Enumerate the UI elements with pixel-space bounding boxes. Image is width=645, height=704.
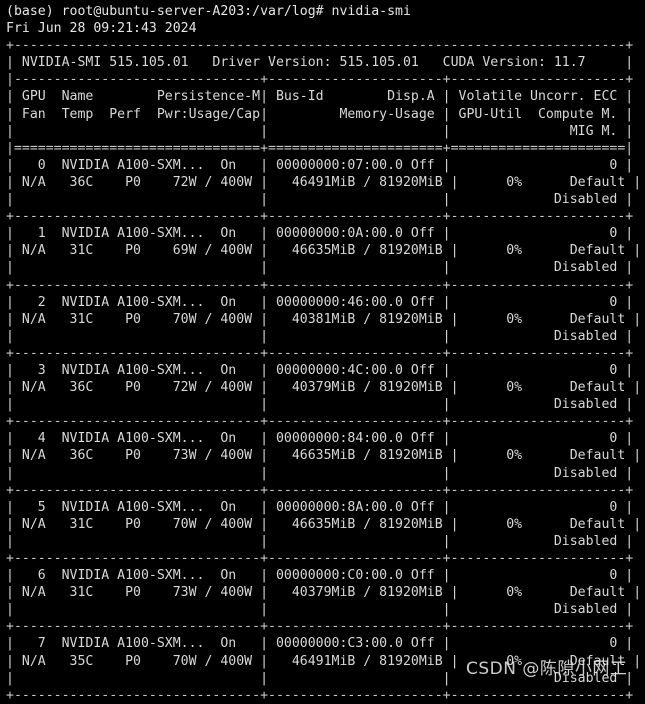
gpu-row-6-line-1: | 6 NVIDIA A100-SXM... On | 00000000:C0:… <box>6 568 634 584</box>
column-header-row-1: | GPU Name Persistence-M| Bus-Id Disp.A … <box>6 89 634 105</box>
gpu-row-0-line-2: | N/A 36C P0 72W / 400W | 46491MiB / 819… <box>6 174 642 190</box>
gpu-row-2-line-3: | | | Disabled | <box>6 328 634 344</box>
table-double-border: |===============================+=======… <box>6 140 634 156</box>
gpu-row-1-line-1: | 1 NVIDIA A100-SXM... On | 00000000:0A:… <box>6 226 634 242</box>
smi-version-header: | NVIDIA-SMI 515.105.01 Driver Version: … <box>6 55 634 71</box>
gpu-row-7-line-3: | | | Disabled | <box>6 670 634 686</box>
gpu-row-6-line-2: | N/A 31C P0 73W / 400W | 40379MiB / 819… <box>6 585 642 601</box>
gpu-row-5-line-2: | N/A 31C P0 70W / 400W | 46635MiB / 819… <box>6 516 642 532</box>
gpu-row-3-line-1: | 3 NVIDIA A100-SXM... On | 00000000:4C:… <box>6 362 634 378</box>
gpu-row-3-line-2: | N/A 36C P0 72W / 400W | 40379MiB / 819… <box>6 380 642 396</box>
gpu-row-0-line-1: | 0 NVIDIA A100-SXM... On | 00000000:07:… <box>6 157 634 173</box>
table-top-border: +---------------------------------------… <box>6 38 634 54</box>
gpu-row-4-line-2: | N/A 36C P0 73W / 400W | 46635MiB / 819… <box>6 448 642 464</box>
gpu-row-separator-3: +-------------------------------+-------… <box>6 414 634 430</box>
gpu-row-1-line-3: | | | Disabled | <box>6 260 634 276</box>
gpu-row-0-line-3: | | | Disabled | <box>6 192 634 208</box>
gpu-row-separator-5: +-------------------------------+-------… <box>6 551 634 566</box>
gpu-row-separator-1: +-------------------------------+-------… <box>6 277 634 293</box>
gpu-row-1-line-2: | N/A 31C P0 69W / 400W | 46635MiB / 819… <box>6 243 642 259</box>
column-header-row-2: | Fan Temp Perf Pwr:Usage/Cap| Memory-Us… <box>6 106 634 122</box>
terminal-window[interactable]: (base) root@ubuntu-server-A203:/var/log#… <box>0 0 645 703</box>
gpu-row-4-line-3: | | | Disabled | <box>6 465 634 481</box>
gpu-row-2-line-1: | 2 NVIDIA A100-SXM... On | 00000000:46:… <box>6 294 634 310</box>
gpu-row-separator-0: +-------------------------------+-------… <box>6 209 634 225</box>
gpu-row-separator-6: +-------------------------------+-------… <box>6 619 634 635</box>
gpu-row-4-line-1: | 4 NVIDIA A100-SXM... On | 00000000:84:… <box>6 431 634 447</box>
gpu-row-separator-7: +-------------------------------+-------… <box>6 687 634 703</box>
nvidia-smi-timestamp: Fri Jun 28 09:21:43 2024 <box>6 21 197 37</box>
gpu-row-3-line-3: | | | Disabled | <box>6 397 634 413</box>
gpu-row-6-line-3: | | | Disabled | <box>6 602 634 618</box>
gpu-row-7-line-1: | 7 NVIDIA A100-SXM... On | 00000000:C3:… <box>6 636 634 652</box>
gpu-row-7-line-2: | N/A 35C P0 70W / 400W | 46491MiB / 819… <box>6 653 642 669</box>
table-mid-border: |-------------------------------+-------… <box>6 72 634 88</box>
gpu-row-separator-2: +-------------------------------+-------… <box>6 345 634 361</box>
shell-prompt-line: (base) root@ubuntu-server-A203:/var/log#… <box>6 4 411 19</box>
gpu-row-2-line-2: | N/A 31C P0 70W / 400W | 40381MiB / 819… <box>6 311 642 327</box>
gpu-row-5-line-3: | | | Disabled | <box>6 533 634 549</box>
column-header-row-3: | | | MIG M. | <box>6 123 634 139</box>
gpu-row-separator-4: +-------------------------------+-------… <box>6 482 634 498</box>
gpu-row-5-line-1: | 5 NVIDIA A100-SXM... On | 00000000:8A:… <box>6 499 634 515</box>
